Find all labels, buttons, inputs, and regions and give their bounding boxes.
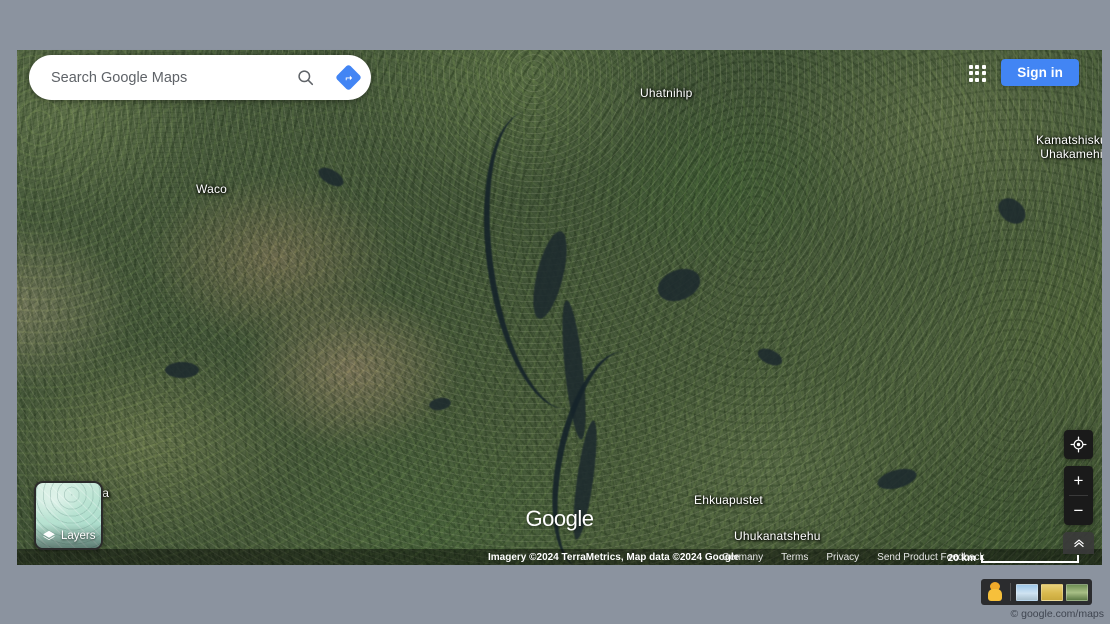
my-location-button[interactable] <box>1064 430 1093 459</box>
apps-grid-icon <box>975 77 979 82</box>
vegetation-photo-thumbnail[interactable] <box>1066 583 1088 601</box>
search-button[interactable] <box>286 55 324 100</box>
directions-icon <box>334 64 362 91</box>
locate-control[interactable] <box>1064 430 1093 459</box>
zoom-in-button[interactable]: + <box>1064 466 1093 495</box>
apps-grid-icon <box>981 77 986 82</box>
street-view-bar <box>981 579 1092 605</box>
pegman-icon[interactable] <box>985 581 1005 603</box>
expand-panel-button[interactable] <box>1063 532 1094 554</box>
layers-button[interactable]: Layers <box>34 481 103 550</box>
search-input[interactable] <box>29 69 286 86</box>
pegman-body <box>988 589 1002 601</box>
lake-shape <box>165 362 199 378</box>
attribution-link-terms[interactable]: Terms <box>781 552 808 563</box>
browser-status-url: © google.com/maps <box>1010 608 1104 620</box>
search-bar[interactable] <box>29 55 371 100</box>
map-canvas[interactable]: Uhatnihip Kamatshisku Uhakamehi Waco Ehk… <box>17 50 1102 565</box>
scale-label: 20 km <box>947 553 976 564</box>
zoom-controls: + − <box>1064 466 1093 525</box>
photo-thumbnails <box>1016 583 1088 601</box>
apps-grid-icon <box>968 64 973 69</box>
apps-grid-icon <box>975 71 979 75</box>
street-view-divider <box>1010 583 1011 601</box>
attribution-link-germany[interactable]: Germany <box>722 552 763 563</box>
scale-ruler <box>981 554 1079 563</box>
desert-photo-thumbnail[interactable] <box>1041 583 1063 601</box>
attribution-bar: Imagery ©2024 TerraMetrics, Map data ©20… <box>17 549 1102 565</box>
google-apps-button[interactable] <box>960 56 994 90</box>
map-controls: + − <box>1063 430 1094 554</box>
directions-button[interactable] <box>325 55 371 100</box>
apps-grid-icon <box>968 77 973 82</box>
apps-grid-icon <box>981 64 986 69</box>
layers-footer: Layers <box>36 524 101 548</box>
my-location-icon <box>1070 436 1087 453</box>
sign-in-button[interactable]: Sign in <box>1001 59 1079 86</box>
turn-right-arrow-icon <box>345 75 352 81</box>
water-photo-thumbnail[interactable] <box>1016 583 1038 601</box>
apps-grid-icon <box>968 71 973 75</box>
attribution-link-privacy[interactable]: Privacy <box>826 552 859 563</box>
layers-label: Layers <box>61 530 96 542</box>
search-icon <box>297 70 313 86</box>
zoom-out-button[interactable]: − <box>1064 496 1093 525</box>
layers-icon <box>43 530 55 541</box>
apps-grid-icon <box>975 64 979 69</box>
imagery-attribution: Imagery ©2024 TerraMetrics, Map data ©20… <box>488 551 740 563</box>
apps-grid-icon <box>981 71 986 75</box>
chevron-up-double-icon <box>1073 539 1084 548</box>
scale-bar: 20 km <box>948 553 1079 564</box>
attribution-links: Germany Terms Privacy Send Product Feedb… <box>722 552 984 563</box>
